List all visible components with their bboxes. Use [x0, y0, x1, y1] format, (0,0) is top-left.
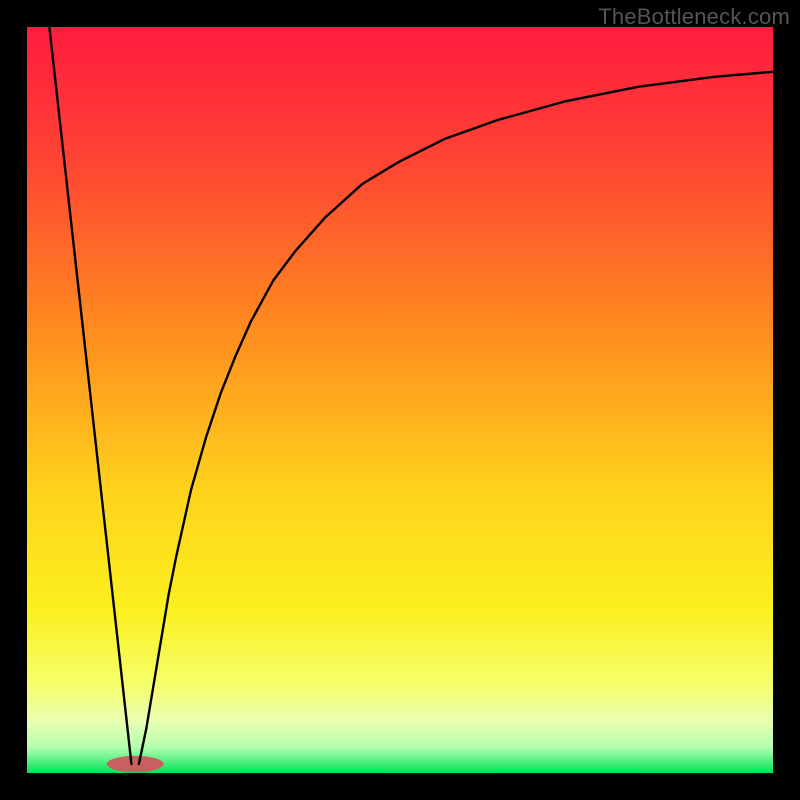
watermark-text: TheBottleneck.com [598, 4, 790, 30]
gradient-background [27, 27, 773, 773]
bottleneck-marker [107, 756, 164, 772]
chart-svg [27, 27, 773, 773]
chart-frame: TheBottleneck.com [0, 0, 800, 800]
plot-area [27, 27, 773, 773]
